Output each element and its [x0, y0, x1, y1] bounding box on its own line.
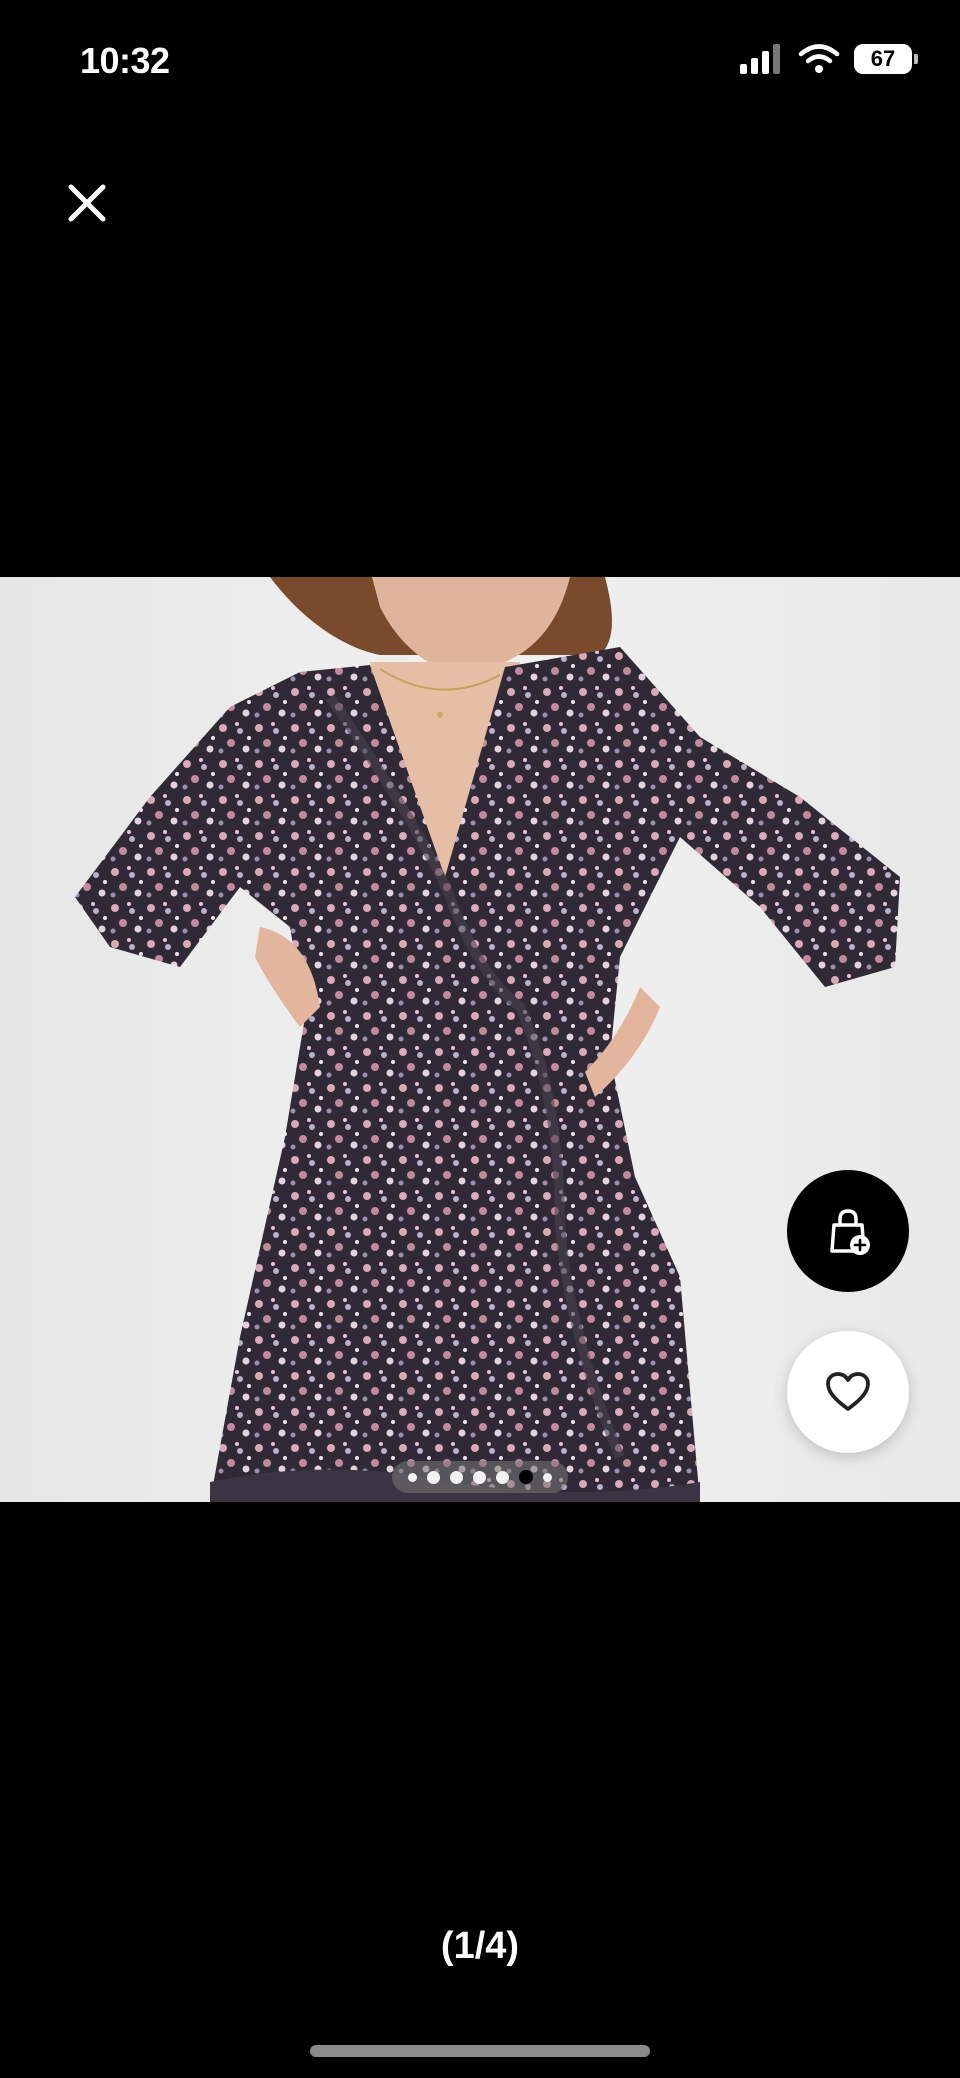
shopping-bag-add-icon	[830, 1209, 870, 1255]
close-icon	[68, 184, 106, 222]
battery-level: 67	[870, 46, 896, 71]
pager-dot-active[interactable]	[519, 1470, 533, 1484]
pager-dot[interactable]	[427, 1470, 440, 1484]
close-button[interactable]	[62, 178, 112, 228]
image-viewer-screen: 10:32 67 (1/4)	[0, 0, 960, 2078]
pager-dot[interactable]	[496, 1470, 509, 1484]
pager-dot[interactable]	[408, 1472, 417, 1482]
battery-indicator: 67	[854, 44, 918, 74]
image-pager[interactable]	[392, 1461, 568, 1493]
pager-dot[interactable]	[543, 1472, 552, 1482]
home-indicator[interactable]	[310, 2045, 650, 2057]
battery-nub	[914, 54, 918, 64]
wifi-icon	[798, 44, 840, 73]
add-to-bag-button[interactable]	[787, 1170, 909, 1292]
status-icons: 67	[740, 44, 918, 74]
image-counter: (1/4)	[440, 1925, 520, 1967]
heart-icon	[826, 1372, 870, 1411]
status-time: 10:32	[80, 40, 170, 81]
pager-dot[interactable]	[450, 1470, 463, 1484]
pager-dot[interactable]	[473, 1470, 486, 1484]
signal-icon	[740, 44, 780, 74]
favorite-button[interactable]	[787, 1331, 909, 1453]
